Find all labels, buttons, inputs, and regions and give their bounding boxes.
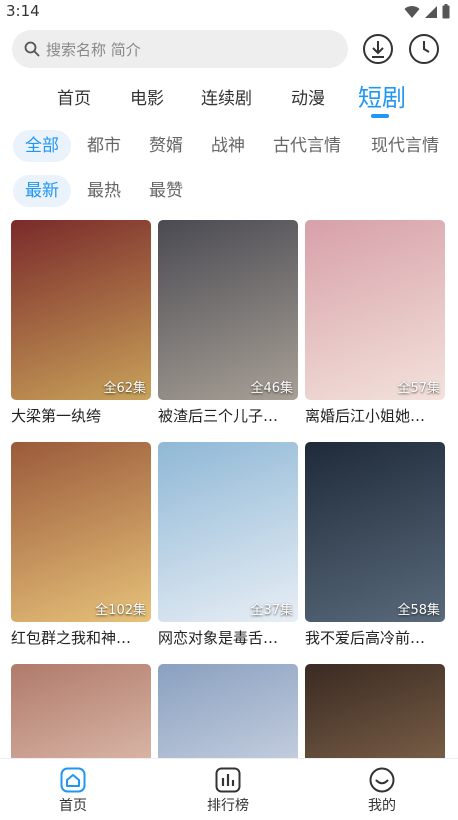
poster: 全62集 — [11, 220, 151, 400]
drama-title: 大梁第一纨绔 — [11, 407, 102, 425]
drama-card[interactable]: 全57集 离婚后江小姐她… — [305, 220, 445, 427]
drama-card[interactable]: 全102集 红包群之我和神… — [11, 442, 151, 649]
tab-home[interactable]: 首页 — [57, 84, 91, 109]
sort-newest[interactable]: 最新 — [13, 175, 71, 207]
home-icon — [60, 767, 86, 793]
drama-title: 网恋对象是毒舌… — [158, 629, 279, 647]
bottom-nav: 首页 排行榜 我的 — [0, 758, 458, 820]
drama-grid: 全62集 大梁第一纨绔 全46集 被渣后三个儿子… 全57集 离婚后江小姐她… … — [0, 218, 458, 758]
tab-short-drama[interactable]: 短剧 — [358, 78, 406, 113]
sort-most-liked[interactable]: 最赞 — [137, 175, 195, 207]
battery-icon — [442, 4, 450, 19]
poster-image — [11, 220, 151, 400]
tab-movies[interactable]: 电影 — [130, 84, 164, 109]
drama-card[interactable]: 全62集 大梁第一纨绔 — [11, 220, 151, 427]
poster-image — [305, 442, 445, 622]
poster-image — [158, 220, 298, 400]
episode-count: 全37集 — [250, 603, 293, 618]
nav-home[interactable]: 首页 — [33, 767, 113, 815]
filter-urban[interactable]: 都市 — [75, 130, 133, 162]
poster: 全37集 — [158, 442, 298, 622]
poster: 全102集 — [11, 442, 151, 622]
filter-son-in-law[interactable]: 赘婿 — [137, 130, 195, 162]
episode-count: 全102集 — [95, 603, 146, 618]
wifi-icon — [404, 5, 420, 18]
poster-image — [305, 220, 445, 400]
drama-card[interactable]: 全46集 被渣后三个儿子… — [158, 220, 298, 427]
episode-count: 全57集 — [397, 381, 440, 396]
sort-hottest[interactable]: 最热 — [75, 175, 133, 207]
episode-count: 全58集 — [397, 603, 440, 618]
chart-icon — [215, 767, 241, 793]
nav-profile[interactable]: 我的 — [342, 767, 422, 815]
drama-card[interactable] — [11, 664, 151, 758]
tab-indicator — [371, 114, 389, 118]
clock-icon — [409, 34, 439, 64]
poster: 全57集 — [305, 220, 445, 400]
poster-image — [11, 442, 151, 622]
history-button[interactable] — [408, 33, 440, 65]
filter-all[interactable]: 全部 — [13, 130, 71, 162]
poster-image — [158, 664, 298, 758]
poster-image — [158, 442, 298, 622]
nav-home-label: 首页 — [59, 798, 87, 814]
poster-image — [11, 664, 151, 758]
episode-count: 全62集 — [103, 381, 146, 396]
poster — [11, 664, 151, 758]
nav-ranking-label: 排行榜 — [207, 798, 249, 814]
poster — [305, 664, 445, 758]
poster: 全46集 — [158, 220, 298, 400]
search-icon — [24, 41, 40, 57]
poster-image — [305, 664, 445, 758]
episode-count: 全46集 — [250, 381, 293, 396]
nav-ranking[interactable]: 排行榜 — [188, 767, 268, 815]
signal-icon — [425, 5, 437, 18]
download-icon — [363, 34, 393, 64]
tab-anime[interactable]: 动漫 — [291, 84, 325, 109]
drama-title: 红包群之我和神… — [11, 629, 132, 647]
filter-ancient-romance[interactable]: 古代言情 — [261, 130, 353, 162]
search-placeholder: 搜索名称 简介 — [46, 40, 141, 59]
poster: 全58集 — [305, 442, 445, 622]
nav-profile-label: 我的 — [368, 798, 396, 814]
drama-card[interactable] — [158, 664, 298, 758]
drama-card[interactable]: 全58集 我不爱后高冷前… — [305, 442, 445, 649]
filter-war-god[interactable]: 战神 — [199, 130, 257, 162]
filter-modern-romance[interactable]: 现代言情 — [359, 130, 451, 162]
download-button[interactable] — [362, 33, 394, 65]
drama-title: 离婚后江小姐她… — [305, 407, 426, 425]
main-tabs: 首页 电影 连续剧 动漫 短剧 — [0, 78, 458, 118]
profile-icon — [369, 767, 395, 793]
drama-title: 被渣后三个儿子… — [158, 407, 279, 425]
status-time: 3:14 — [6, 2, 40, 20]
poster — [158, 664, 298, 758]
status-icons — [404, 4, 450, 19]
drama-card[interactable]: 全37集 网恋对象是毒舌… — [158, 442, 298, 649]
search-input[interactable]: 搜索名称 简介 — [12, 30, 348, 68]
tab-series[interactable]: 连续剧 — [201, 84, 252, 109]
drama-card[interactable] — [305, 664, 445, 758]
drama-title: 我不爱后高冷前… — [305, 629, 426, 647]
status-bar: 3:14 — [0, 0, 458, 24]
